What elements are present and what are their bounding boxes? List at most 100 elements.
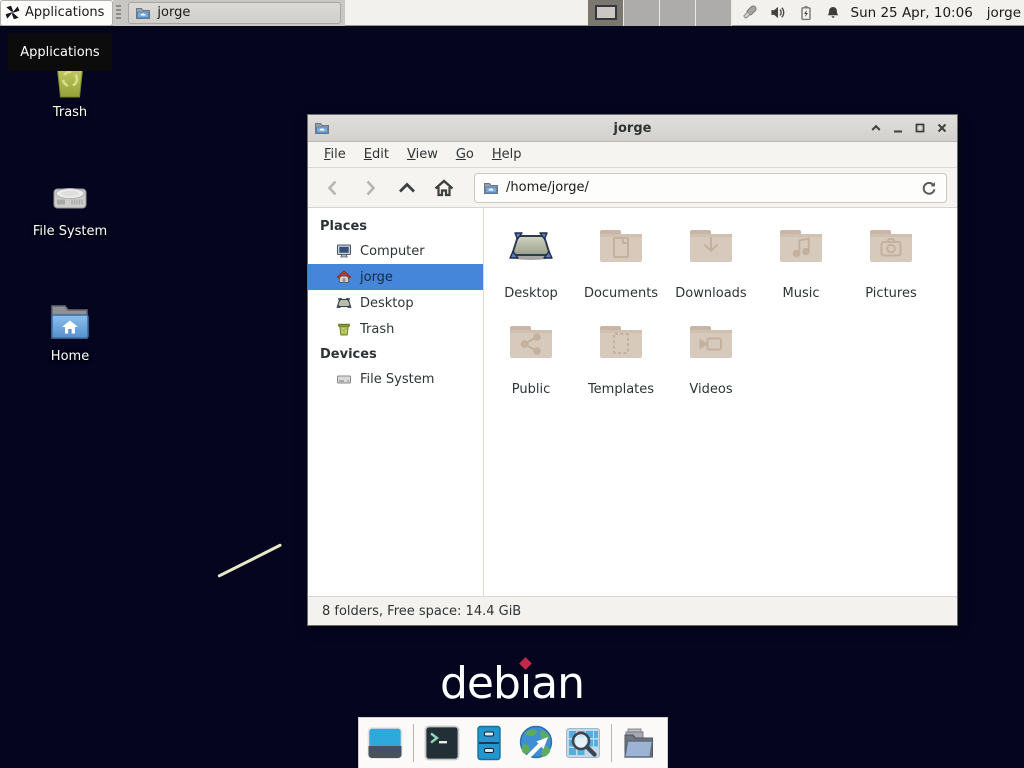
forward-button[interactable]: [355, 175, 385, 201]
sidebar-item-label: jorge: [360, 270, 393, 285]
toolbar: /home/jorge/: [308, 168, 957, 208]
file-item-label: Documents: [576, 286, 666, 301]
app-finder-icon: [564, 724, 602, 762]
dock-launcher-web-browser[interactable]: [517, 724, 555, 762]
xfce-logo-icon: [4, 4, 21, 21]
window-titlebar[interactable]: jorge: [308, 115, 957, 142]
debian-logo-text-pre: deb: [440, 658, 520, 709]
reload-icon[interactable]: [920, 179, 938, 197]
desktop-icon-label: Trash: [22, 105, 118, 120]
desktop-icon-label: Home: [22, 349, 118, 364]
taskbar-window-button[interactable]: jorge: [128, 2, 341, 24]
close-button[interactable]: [935, 121, 949, 135]
show-desktop-icon: [366, 724, 404, 762]
top-panel: Applications jorge Sun 25 Apr, 10:06 jor…: [0, 0, 1024, 26]
trash-icon: [336, 321, 352, 337]
folder-videos-icon: [687, 318, 735, 366]
taskbar: jorge: [113, 0, 345, 26]
workspace-switcher[interactable]: [588, 0, 732, 26]
system-tray: [740, 3, 841, 22]
file-item-documents[interactable]: Documents: [576, 222, 666, 318]
folder-music-icon: [777, 222, 825, 270]
menu-file[interactable]: File: [315, 147, 355, 162]
file-item-label: Videos: [666, 382, 756, 397]
workspace-1[interactable]: [588, 0, 624, 26]
file-item-pictures[interactable]: Pictures: [846, 222, 936, 318]
directory-menu-icon: [621, 724, 659, 762]
folder-pictures-icon: [867, 222, 915, 270]
sidebar-item-jorge[interactable]: jorge: [308, 264, 483, 290]
dock-launcher-file-cabinet[interactable]: [470, 724, 508, 762]
file-item-music[interactable]: Music: [756, 222, 846, 318]
input-device-icon[interactable]: [740, 3, 759, 22]
location-path[interactable]: /home/jorge/: [506, 180, 913, 195]
sidebar-item-computer[interactable]: Computer: [308, 238, 483, 264]
menu-view[interactable]: View: [398, 147, 447, 162]
folder-downloads-icon: [687, 222, 735, 270]
folder-templates-icon: [597, 318, 645, 366]
workspace-3[interactable]: [660, 0, 696, 26]
folder-documents-icon: [597, 222, 645, 270]
maximize-button[interactable]: [913, 121, 927, 135]
desktop-folder-icon: [507, 222, 555, 270]
sidebar-item-label: Trash: [360, 322, 394, 337]
file-grid: Desktop Documents Downloads Music Pictur…: [484, 208, 957, 596]
file-item-label: Pictures: [846, 286, 936, 301]
shade-button[interactable]: [869, 121, 883, 135]
desktop-icon-file-system[interactable]: File System: [22, 171, 118, 239]
wallpaper-line-artifact: [217, 543, 282, 578]
sidebar-item-file-system[interactable]: File System: [308, 366, 483, 392]
file-item-templates[interactable]: Templates: [576, 318, 666, 414]
terminal-icon: [423, 724, 461, 762]
file-item-public[interactable]: Public: [486, 318, 576, 414]
debian-logo-text-post: an: [531, 658, 584, 709]
applications-menu-button[interactable]: Applications: [0, 0, 113, 26]
notifications-icon[interactable]: [825, 5, 841, 21]
panel-username[interactable]: jorge: [987, 5, 1021, 21]
applications-menu-label: Applications: [25, 5, 104, 20]
sidebar-item-label: File System: [360, 372, 434, 387]
volume-icon[interactable]: [770, 4, 787, 21]
panel-clock[interactable]: Sun 25 Apr, 10:06: [851, 5, 973, 21]
dock-launcher-directory-menu[interactable]: [621, 724, 659, 762]
sidebar-item-label: Computer: [360, 244, 425, 259]
web-browser-icon: [517, 724, 555, 762]
location-bar[interactable]: /home/jorge/: [474, 173, 947, 203]
workspace-window-thumbnail: [595, 5, 617, 20]
dock-launcher-terminal[interactable]: [423, 724, 461, 762]
desktop-icon-home[interactable]: Home: [22, 296, 118, 364]
file-item-label: Templates: [576, 382, 666, 397]
applications-tooltip: Applications: [8, 33, 112, 71]
home-nav-button[interactable]: [429, 175, 459, 201]
menu-edit[interactable]: Edit: [355, 147, 398, 162]
file-item-desktop[interactable]: Desktop: [486, 222, 576, 318]
file-manager-window: jorge FileEditViewGoHelp /home/jorge/ Pl…: [308, 115, 957, 625]
sidebar-item-desktop[interactable]: Desktop: [308, 290, 483, 316]
up-button[interactable]: [392, 175, 422, 201]
window-controls: [869, 121, 957, 135]
workspace-4[interactable]: [696, 0, 732, 26]
back-button[interactable]: [318, 175, 348, 201]
sidebar-item-label: Desktop: [360, 296, 414, 311]
battery-icon[interactable]: [798, 5, 814, 21]
dock-launcher-show-desktop[interactable]: [366, 724, 404, 762]
home-icon: [336, 269, 352, 285]
file-item-downloads[interactable]: Downloads: [666, 222, 756, 318]
menu-go[interactable]: Go: [447, 147, 483, 162]
workspace-2[interactable]: [624, 0, 660, 26]
dock-launcher-app-finder[interactable]: [564, 724, 602, 762]
taskbar-handle[interactable]: [116, 5, 121, 21]
dock-separator: [413, 724, 414, 762]
folder-icon: [483, 180, 499, 196]
hard-drive-icon: [46, 171, 94, 219]
debian-logo: debıan: [412, 658, 612, 709]
bottom-dock: [358, 717, 668, 768]
file-cabinet-icon: [470, 724, 508, 762]
file-item-videos[interactable]: Videos: [666, 318, 756, 414]
file-item-label: Public: [486, 382, 576, 397]
sidebar-item-trash[interactable]: Trash: [308, 316, 483, 342]
menu-help[interactable]: Help: [483, 147, 531, 162]
sidebar-header-devices: Devices: [308, 342, 483, 366]
minimize-button[interactable]: [891, 121, 905, 135]
window-title: jorge: [308, 121, 957, 136]
